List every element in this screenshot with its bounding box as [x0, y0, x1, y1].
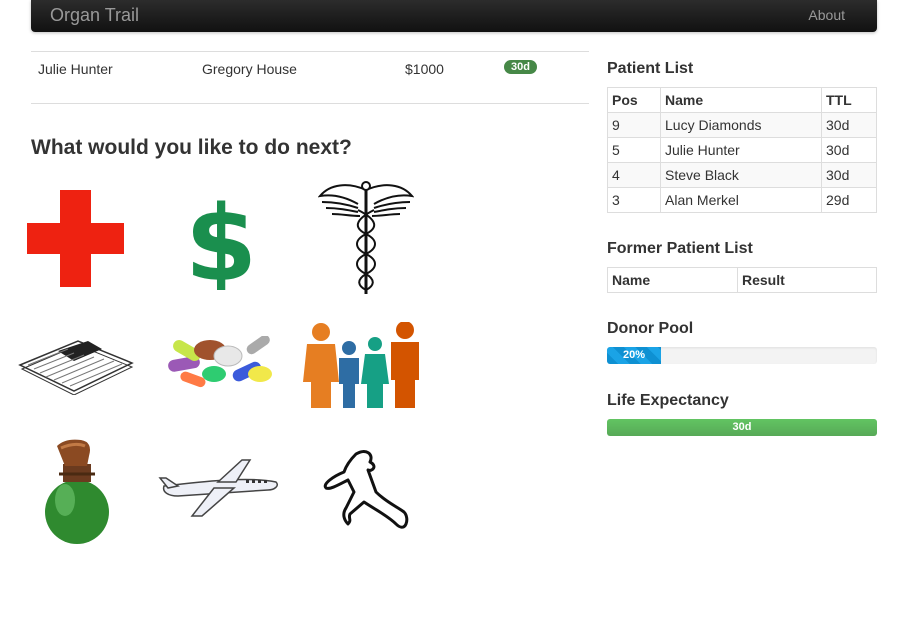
caduceus-icon[interactable] — [317, 180, 415, 296]
former-patient-list-title: Former Patient List — [607, 240, 753, 257]
header-pos: Pos — [607, 87, 661, 113]
donor-pool-progress: 20% — [607, 347, 877, 364]
patient-list-table: Pos Name TTL 9 Lucy Diamonds 30d 5 Julie… — [607, 87, 877, 213]
patient-name: Julie Hunter — [38, 61, 113, 77]
table-row: 3 Alan Merkel 29d — [607, 187, 877, 213]
header-name: Name — [660, 87, 822, 113]
cell-ttl: 30d — [821, 162, 877, 188]
brand-link[interactable]: Organ Trail — [50, 5, 139, 26]
life-expectancy-progress: 30d — [607, 419, 877, 436]
potion-icon[interactable] — [35, 438, 117, 544]
table-row: 5 Julie Hunter 30d — [607, 137, 877, 163]
life-expectancy-title: Life Expectancy — [607, 392, 729, 409]
dollar-icon[interactable]: $ — [183, 183, 259, 305]
header-ttl: TTL — [821, 87, 877, 113]
svg-text:$: $ — [185, 188, 257, 290]
patient-list-title: Patient List — [607, 60, 694, 77]
donor-pool-bar: 20% — [607, 347, 661, 364]
money-amount: $1000 — [405, 61, 444, 77]
header-name: Name — [607, 267, 738, 293]
newspaper-icon[interactable] — [18, 335, 135, 396]
cell-ttl: 29d — [821, 187, 877, 213]
red-cross-icon[interactable] — [27, 190, 124, 287]
cell-name: Lucy Diamonds — [660, 112, 822, 138]
ttl-badge: 30d — [504, 60, 537, 74]
cell-ttl: 30d — [821, 112, 877, 138]
chalk-outline-icon[interactable] — [320, 448, 412, 538]
cell-name: Alan Merkel — [660, 187, 822, 213]
life-expectancy-bar: 30d — [607, 419, 877, 436]
former-patient-list-table: Name Result — [607, 267, 877, 293]
cell-pos: 3 — [607, 187, 661, 213]
airplane-icon[interactable] — [158, 458, 282, 518]
donor-pool-title: Donor Pool — [607, 320, 694, 337]
cell-pos: 4 — [607, 162, 661, 188]
table-row: 4 Steve Black 30d — [607, 162, 877, 188]
family-icon[interactable] — [303, 321, 423, 408]
cell-ttl: 30d — [821, 137, 877, 163]
cell-name: Steve Black — [660, 162, 822, 188]
doctor-name: Gregory House — [202, 61, 297, 77]
pills-icon[interactable] — [166, 335, 276, 392]
header-result: Result — [737, 267, 877, 293]
current-patient-row: Julie Hunter Gregory House $1000 30d — [31, 51, 589, 104]
table-row: 9 Lucy Diamonds 30d — [607, 112, 877, 138]
cell-name: Julie Hunter — [660, 137, 822, 163]
action-prompt: What would you like to do next? — [31, 136, 352, 159]
cell-pos: 9 — [607, 112, 661, 138]
navbar: Organ Trail About — [31, 0, 877, 32]
cell-pos: 5 — [607, 137, 661, 163]
about-link[interactable]: About — [808, 7, 845, 23]
